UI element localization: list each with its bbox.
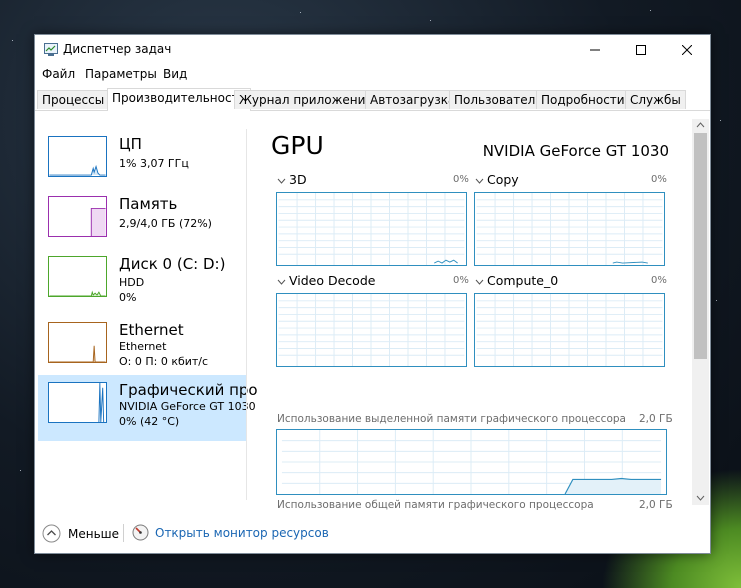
sidebar-item-title: ЦП	[119, 135, 142, 153]
shared-memory-label: Использование общей памяти графического …	[277, 499, 594, 511]
engine-percent: 0%	[651, 275, 667, 286]
window-title: Диспетчер задач	[63, 42, 172, 56]
engine-selector-3d[interactable]: 3D	[277, 172, 307, 187]
sidebar-item-detail: 1% 3,07 ГГц	[119, 157, 189, 170]
chevron-down-icon	[277, 279, 286, 285]
engine-graph-compute-0	[474, 293, 665, 367]
gpu-model-name: NVIDIA GeForce GT 1030	[482, 142, 669, 160]
engine-label: Video Decode	[289, 273, 376, 288]
tab-details[interactable]: Подробности	[536, 90, 630, 109]
dedicated-memory-max: 2,0 ГБ	[639, 413, 673, 425]
engine-selector-video-decode[interactable]: Video Decode	[277, 273, 375, 288]
minimize-button[interactable]	[572, 35, 618, 64]
scrollbar-thumb[interactable]	[694, 133, 707, 359]
sidebar-item-detail: Ethernet	[119, 340, 167, 353]
engine-selector-compute-0[interactable]: Compute_0	[475, 273, 558, 288]
sidebar-item-detail: О: 0 П: 0 кбит/с	[119, 355, 209, 368]
scroll-down-arrow-icon[interactable]	[696, 495, 705, 501]
tab-processes[interactable]: Процессы	[37, 90, 110, 109]
maximize-icon	[636, 44, 646, 55]
engine-graph-video-decode	[276, 293, 467, 367]
sidebar-item-title: Ethernet	[119, 321, 184, 339]
tab-performance[interactable]: Производительность	[107, 88, 251, 111]
chevron-down-icon	[475, 279, 484, 285]
dedicated-memory-graph	[276, 429, 667, 495]
engine-selector-copy[interactable]: Copy	[475, 172, 519, 187]
open-resource-monitor-label: Открыть монитор ресурсов	[155, 525, 329, 540]
fewer-details-button[interactable]: Меньше	[42, 524, 119, 543]
sidebar-item-detail: 0% (42 °C)	[119, 415, 180, 428]
sidebar-item-detail: 0%	[119, 291, 137, 304]
engine-percent: 0%	[651, 174, 667, 185]
maximize-button[interactable]	[618, 35, 664, 64]
performance-sidebar: ЦП 1% 3,07 ГГц Память 2,9/4,0 ГБ (72%) Д…	[35, 111, 258, 514]
sidebar-item-memory[interactable]: Память 2,9/4,0 ГБ (72%)	[38, 189, 246, 255]
scroll-up-arrow-icon[interactable]	[696, 122, 705, 128]
fewer-details-label: Меньше	[68, 526, 120, 541]
sidebar-item-detail: NVIDIA GeForce GT 1030	[119, 400, 256, 413]
chevron-down-icon	[475, 178, 484, 184]
engine-percent: 0%	[453, 174, 469, 185]
tab-users[interactable]: Пользователи	[449, 90, 549, 109]
gpu-thumbnail-graph	[48, 382, 107, 423]
title-bar[interactable]: Диспетчер задач	[35, 35, 710, 64]
gpu-details-pane: GPU NVIDIA GeForce GT 1030 3D 0% Copy 0%	[247, 111, 690, 514]
engine-label: Copy	[487, 172, 519, 187]
engine-percent: 0%	[453, 275, 469, 286]
resource-monitor-icon	[132, 524, 149, 541]
engine-graph-3d	[276, 192, 467, 266]
disk-thumbnail-graph	[48, 256, 107, 297]
sidebar-item-cpu[interactable]: ЦП 1% 3,07 ГГц	[38, 129, 246, 195]
menu-file[interactable]: Файл	[42, 67, 75, 81]
chevron-up-circle-icon	[42, 524, 61, 543]
dedicated-memory-label: Использование выделенной памяти графичес…	[277, 413, 626, 425]
sidebar-item-ethernet[interactable]: Ethernet Ethernet О: 0 П: 0 кбит/с	[38, 315, 246, 381]
menu-options[interactable]: Параметры	[85, 67, 157, 81]
minimize-icon	[590, 49, 600, 50]
vertical-scrollbar[interactable]	[692, 119, 709, 505]
engine-graph-copy	[474, 192, 665, 266]
task-manager-icon	[44, 43, 58, 56]
sidebar-item-title: Память	[119, 195, 178, 213]
sidebar-item-gpu[interactable]: Графический про NVIDIA GeForce GT 1030 0…	[38, 375, 258, 441]
footer-separator	[123, 524, 124, 542]
sidebar-item-disk[interactable]: Диск 0 (C: D:) HDD 0%	[38, 249, 246, 315]
ethernet-thumbnail-graph	[48, 322, 107, 363]
memory-thumbnail-graph	[48, 196, 107, 237]
sidebar-item-title: Графический про	[119, 381, 258, 399]
footer-bar: Меньше Открыть монитор ресурсов	[35, 514, 710, 553]
menu-bar: Файл Параметры Вид	[35, 64, 710, 84]
tab-app-history[interactable]: Журнал приложений	[234, 90, 379, 109]
tab-services[interactable]: Службы	[625, 90, 686, 109]
menu-view[interactable]: Вид	[163, 67, 187, 81]
tab-strip: Процессы Производительность Журнал прило…	[35, 88, 710, 111]
open-resource-monitor-link[interactable]: Открыть монитор ресурсов	[132, 524, 329, 541]
engine-label: 3D	[289, 172, 307, 187]
cpu-thumbnail-graph	[48, 136, 107, 177]
close-button[interactable]	[664, 35, 710, 64]
shared-memory-max: 2,0 ГБ	[639, 499, 673, 511]
sidebar-item-detail: 2,9/4,0 ГБ (72%)	[119, 217, 212, 230]
engine-label: Compute_0	[487, 273, 559, 288]
task-manager-window: Диспетчер задач Файл Параметры Вид Проце…	[34, 34, 711, 554]
tab-startup[interactable]: Автозагрузка	[365, 90, 461, 109]
sidebar-item-detail: HDD	[119, 276, 145, 289]
close-icon	[682, 44, 692, 55]
chevron-down-icon	[277, 178, 286, 184]
sidebar-item-title: Диск 0 (C: D:)	[119, 255, 226, 273]
page-title: GPU	[271, 131, 324, 160]
